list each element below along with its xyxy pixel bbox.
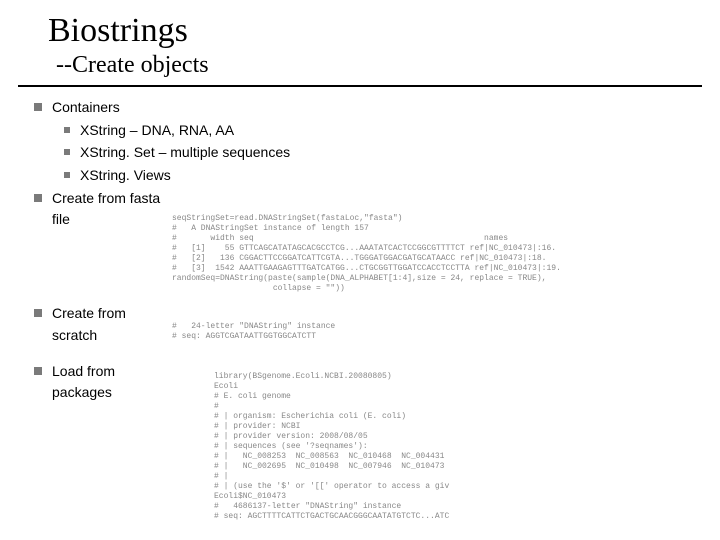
bullet-icon xyxy=(64,127,70,133)
subbullet-xstring: XString – DNA, RNA, AA xyxy=(64,120,690,142)
subbullet-xstringviews: XString. Views xyxy=(64,165,690,187)
code-snippet-scratch: # 24-letter "DNAString" instance # seq: … xyxy=(168,320,708,344)
subbullet-label: XString – DNA, RNA, AA xyxy=(80,120,234,142)
subtitle-dashes: -- xyxy=(56,52,72,78)
subbullet-label: XString. Views xyxy=(80,165,171,187)
bullet-icon xyxy=(34,367,42,375)
bullet-containers: Containers xyxy=(34,97,690,119)
subtitle-text: Create objects xyxy=(72,52,209,78)
subbullet-label: XString. Set – multiple sequences xyxy=(80,142,290,164)
bullet-icon xyxy=(64,149,70,155)
bullet-icon xyxy=(64,172,70,178)
bullet-icon xyxy=(34,103,42,111)
slide-subtitle: --Create objects xyxy=(48,52,672,79)
code-snippet-fasta: seqStringSet=read.DNAStringSet(fastaLoc,… xyxy=(168,212,708,296)
bullet-icon xyxy=(34,309,42,317)
bullet-label: Containers xyxy=(52,97,120,119)
bullet-label: Create from fasta file xyxy=(52,188,162,231)
bullet-icon xyxy=(34,194,42,202)
code-snippet-packages: library(BSgenome.Ecoli.NCBI.20080805) Ec… xyxy=(210,370,570,524)
bullet-label: Create from scratch xyxy=(52,303,162,346)
bullet-label: Load from packages xyxy=(52,361,162,404)
slide-title: Biostrings xyxy=(48,12,672,50)
subbullet-xstringset: XString. Set – multiple sequences xyxy=(64,142,690,164)
